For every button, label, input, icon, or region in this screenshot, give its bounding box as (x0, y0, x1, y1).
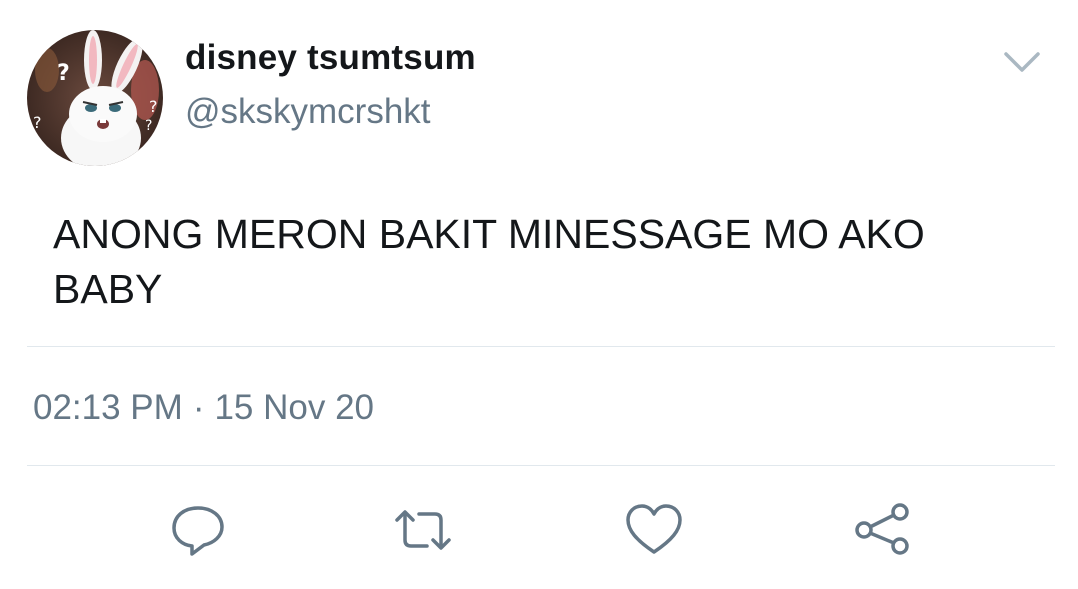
meta-separator: · (192, 388, 205, 427)
retweet-button[interactable] (393, 500, 453, 560)
svg-text:?: ? (145, 118, 152, 134)
tweet-text: ANONG MERON BAKIT MINESSAGE MO AKO BABY (53, 211, 925, 312)
display-name[interactable]: disney tsumtsum (185, 38, 476, 78)
chevron-down-icon[interactable] (1000, 44, 1044, 80)
user-handle[interactable]: @skskymcrshkt (185, 92, 431, 132)
reply-button[interactable] (168, 500, 228, 560)
divider (27, 346, 1055, 347)
tweet-time: 02:13 PM (33, 388, 183, 427)
tweet-date: 15 Nov 20 (214, 388, 375, 427)
svg-text:?: ? (57, 61, 70, 86)
reply-icon (172, 506, 224, 556)
svg-text:?: ? (33, 113, 42, 132)
heart-icon (626, 504, 682, 554)
tweet-card: ? ? ? ? disney tsumtsum @skskymcrshkt AN… (0, 0, 1078, 589)
tweet-timestamp[interactable]: 02:13 PM · 15 Nov 20 (33, 388, 374, 428)
avatar[interactable]: ? ? ? ? (27, 30, 163, 166)
share-button[interactable] (852, 500, 912, 560)
share-icon (855, 503, 909, 555)
avatar-image: ? ? ? ? (27, 30, 163, 166)
divider (27, 465, 1055, 466)
retweet-icon (395, 510, 451, 550)
svg-text:?: ? (149, 97, 158, 116)
like-button[interactable] (624, 500, 684, 560)
